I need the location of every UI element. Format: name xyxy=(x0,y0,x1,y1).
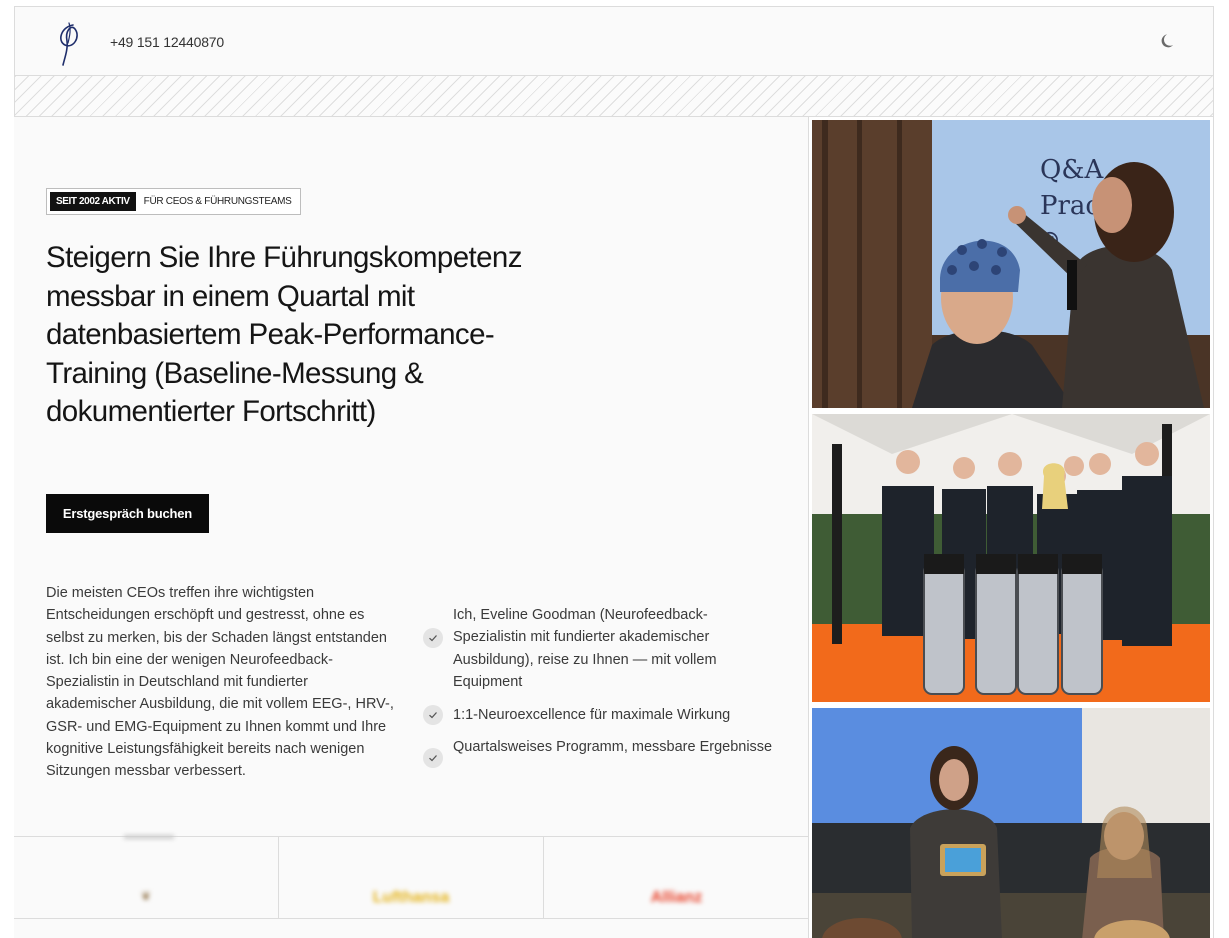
client-logo-lufthansa: Lufthansa xyxy=(372,889,450,906)
screen-text-qa: Q&A xyxy=(1040,155,1104,185)
list-item-text: Ich, Eveline Goodman (Neurofeedback-Spez… xyxy=(453,607,717,690)
page-title: Steigern Sie Ihre Führungskompetenz mess… xyxy=(46,241,522,428)
intro-paragraph: Die meisten CEOs treffen ihre wichtigste… xyxy=(46,585,394,780)
badge-audience: FÜR CEOS & FÜHRUNGSTEAMS xyxy=(143,196,292,207)
hatched-divider xyxy=(14,76,1214,117)
list-item: Ich, Eveline Goodman (Neurofeedback-Spez… xyxy=(423,604,773,693)
book-consultation-button[interactable]: Erstgespräch buchen xyxy=(46,494,209,533)
list-item-text: Quartalsweises Programm, messbare Ergebn… xyxy=(453,739,773,756)
status-badge: SEIT 2002 AKTIV FÜR CEOS & FÜHRUNGSTEAMS xyxy=(46,188,302,215)
moon-icon[interactable] xyxy=(1159,31,1179,51)
photo-neurofeedback-demo: Q&A Pract ☺ xyxy=(812,120,1210,408)
benefit-list: Ich, Eveline Goodman (Neurofeedback-Spez… xyxy=(423,604,773,779)
client-logo-grid: ❦ Lufthansa Allianz xyxy=(14,835,809,938)
crest-logo-icon: ❦ xyxy=(140,889,152,903)
check-icon xyxy=(423,628,443,648)
photo-group-event xyxy=(812,414,1210,702)
check-icon xyxy=(423,748,443,769)
client-logo-allianz: Allianz xyxy=(650,889,703,906)
site-header: +49 151 12440870 xyxy=(14,6,1214,76)
client-logo-cell: Allianz xyxy=(544,837,809,919)
blurred-logo-fragment xyxy=(124,835,174,839)
phone-number[interactable]: +49 151 12440870 xyxy=(110,34,224,50)
list-item-text: 1:1-Neuroexcellence für maximale Wirkung xyxy=(453,706,731,723)
photo-presentation xyxy=(812,708,1210,938)
check-icon xyxy=(423,704,443,725)
list-item: 1:1-Neuroexcellence für maximale Wirkung xyxy=(423,704,773,726)
hero-section: SEIT 2002 AKTIV FÜR CEOS & FÜHRUNGSTEAMS… xyxy=(14,117,809,938)
signature-logo-icon[interactable] xyxy=(53,19,87,67)
badge-since: SEIT 2002 AKTIV xyxy=(50,192,136,211)
client-logo-cell: Lufthansa xyxy=(279,837,544,919)
list-item: Quartalsweises Programm, messbare Ergebn… xyxy=(423,736,773,769)
client-logo-cell: ❦ xyxy=(14,835,279,919)
